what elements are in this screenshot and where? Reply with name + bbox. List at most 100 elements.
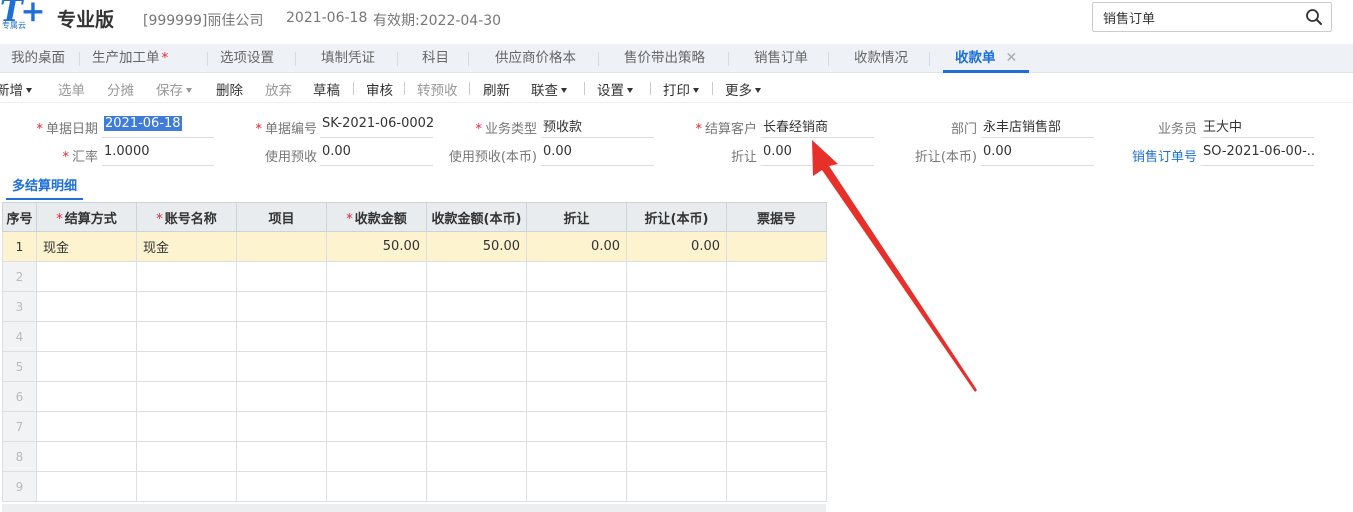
settle-method-cell[interactable] — [36, 321, 137, 352]
amount-cell[interactable] — [326, 381, 427, 412]
new-button[interactable]: 新增 — [0, 79, 32, 99]
tab-receipt[interactable]: 收款单 ✕ — [943, 44, 1030, 73]
salesman-field[interactable]: 王大中 — [1201, 112, 1314, 138]
tab-sales-order[interactable]: 销售订单 — [754, 44, 808, 73]
doc-no-field[interactable]: SK-2021-06-0002 — [320, 112, 433, 138]
rate-field[interactable]: 1.0000 — [102, 140, 214, 166]
sales-order-link[interactable]: 销售订单号 — [1100, 146, 1197, 165]
tab-collection-status[interactable]: 收款情况 — [854, 44, 908, 73]
amount-cell[interactable] — [326, 351, 427, 382]
discount-local-cell[interactable] — [626, 321, 727, 352]
project-cell[interactable] — [236, 261, 327, 292]
account-name-cell[interactable] — [136, 291, 237, 322]
discount-cell[interactable] — [526, 381, 627, 412]
bill-no-cell[interactable] — [726, 351, 827, 382]
settle-method-cell[interactable] — [36, 471, 137, 502]
project-cell[interactable] — [236, 381, 327, 412]
discount-local-cell[interactable] — [626, 411, 727, 442]
horizontal-scrollbar[interactable] — [2, 504, 826, 512]
amount-cell[interactable]: 50.00 — [326, 231, 427, 262]
tab-account-subject[interactable]: 科目 — [422, 44, 449, 73]
project-cell[interactable] — [236, 231, 327, 262]
amount-local-cell[interactable] — [426, 291, 527, 322]
query-button[interactable]: 联查 — [531, 79, 567, 99]
discount-cell[interactable] — [526, 261, 627, 292]
discount-cell[interactable] — [526, 291, 627, 322]
table-row[interactable]: 1 现金 现金 50.00 50.00 0.00 0.00 — [2, 231, 827, 262]
more-button[interactable]: 更多 — [725, 79, 761, 99]
amount-local-cell[interactable]: 50.00 — [426, 231, 527, 262]
amount-local-cell[interactable] — [426, 381, 527, 412]
settle-method-cell[interactable] — [36, 351, 137, 382]
discount-local-cell[interactable] — [626, 261, 727, 292]
tab-voucher[interactable]: 填制凭证 — [321, 44, 375, 73]
discard-button[interactable]: 放弃 — [265, 79, 292, 99]
account-name-cell[interactable]: 现金 — [136, 231, 237, 262]
settle-method-cell[interactable] — [36, 381, 137, 412]
table-row[interactable]: 4 — [2, 321, 827, 352]
bill-no-cell[interactable] — [726, 261, 827, 292]
amount-local-cell[interactable] — [426, 261, 527, 292]
settle-method-cell[interactable] — [36, 261, 137, 292]
amount-cell[interactable] — [326, 261, 427, 292]
tab-price-strategy[interactable]: 售价带出策略 — [624, 44, 705, 73]
table-row[interactable]: 7 — [2, 411, 827, 442]
account-name-cell[interactable] — [136, 411, 237, 442]
to-prepay-button[interactable]: 转预收 — [417, 79, 458, 99]
amount-local-cell[interactable] — [426, 441, 527, 472]
amount-cell[interactable] — [326, 471, 427, 502]
discount-cell[interactable]: 0.00 — [526, 231, 627, 262]
print-button[interactable]: 打印 — [663, 79, 699, 99]
settings-button[interactable]: 设置 — [597, 79, 633, 99]
save-button[interactable]: 保存 — [156, 79, 192, 99]
biz-type-field[interactable]: 预收款 — [541, 112, 654, 138]
bill-no-cell[interactable] — [726, 291, 827, 322]
discount-cell[interactable] — [526, 441, 627, 472]
select-button[interactable]: 选单 — [58, 79, 85, 99]
tab-settlement-detail[interactable]: 多结算明细 — [6, 175, 84, 200]
amount-cell[interactable] — [326, 321, 427, 352]
discount-field[interactable]: 0.00 — [761, 140, 874, 166]
delete-button[interactable]: 删除 — [216, 79, 243, 99]
split-button[interactable]: 分摊 — [107, 79, 134, 99]
settle-method-cell[interactable] — [36, 291, 137, 322]
use-prepay-field[interactable]: 0.00 — [320, 140, 433, 166]
discount-local-field[interactable]: 0.00 — [981, 140, 1094, 166]
account-name-cell[interactable] — [136, 261, 237, 292]
account-name-cell[interactable] — [136, 471, 237, 502]
table-row[interactable]: 8 — [2, 441, 827, 472]
dept-field[interactable]: 永丰店销售部 — [981, 112, 1094, 138]
amount-cell[interactable] — [326, 411, 427, 442]
discount-cell[interactable] — [526, 351, 627, 382]
discount-local-cell[interactable] — [626, 291, 727, 322]
search-icon[interactable] — [1305, 8, 1323, 26]
project-cell[interactable] — [236, 291, 327, 322]
table-row[interactable]: 5 — [2, 351, 827, 382]
audit-button[interactable]: 审核 — [366, 79, 393, 99]
project-cell[interactable] — [236, 351, 327, 382]
amount-cell[interactable] — [326, 441, 427, 472]
project-cell[interactable] — [236, 411, 327, 442]
account-name-cell[interactable] — [136, 381, 237, 412]
discount-local-cell[interactable] — [626, 351, 727, 382]
settle-method-cell[interactable] — [36, 441, 137, 472]
table-row[interactable]: 9 — [2, 471, 827, 502]
table-row[interactable]: 6 — [2, 381, 827, 412]
customer-field[interactable]: 长春经销商 — [761, 112, 874, 138]
tab-my-desktop[interactable]: 我的桌面 — [11, 44, 65, 73]
sales-order-field[interactable]: SO-2021-06-00-... — [1201, 140, 1314, 166]
table-row[interactable]: 2 — [2, 261, 827, 292]
tab-production-order[interactable]: 生产加工单 * — [92, 44, 168, 73]
doc-date-field[interactable]: 2021-06-18 — [102, 112, 214, 138]
amount-local-cell[interactable] — [426, 471, 527, 502]
bill-no-cell[interactable] — [726, 411, 827, 442]
draft-button[interactable]: 草稿 — [313, 79, 340, 99]
bill-no-cell[interactable] — [726, 321, 827, 352]
table-row[interactable]: 3 — [2, 291, 827, 322]
discount-cell[interactable] — [526, 321, 627, 352]
bill-no-cell[interactable] — [726, 441, 827, 472]
project-cell[interactable] — [236, 441, 327, 472]
project-cell[interactable] — [236, 471, 327, 502]
discount-local-cell[interactable]: 0.00 — [626, 231, 727, 262]
discount-local-cell[interactable] — [626, 381, 727, 412]
